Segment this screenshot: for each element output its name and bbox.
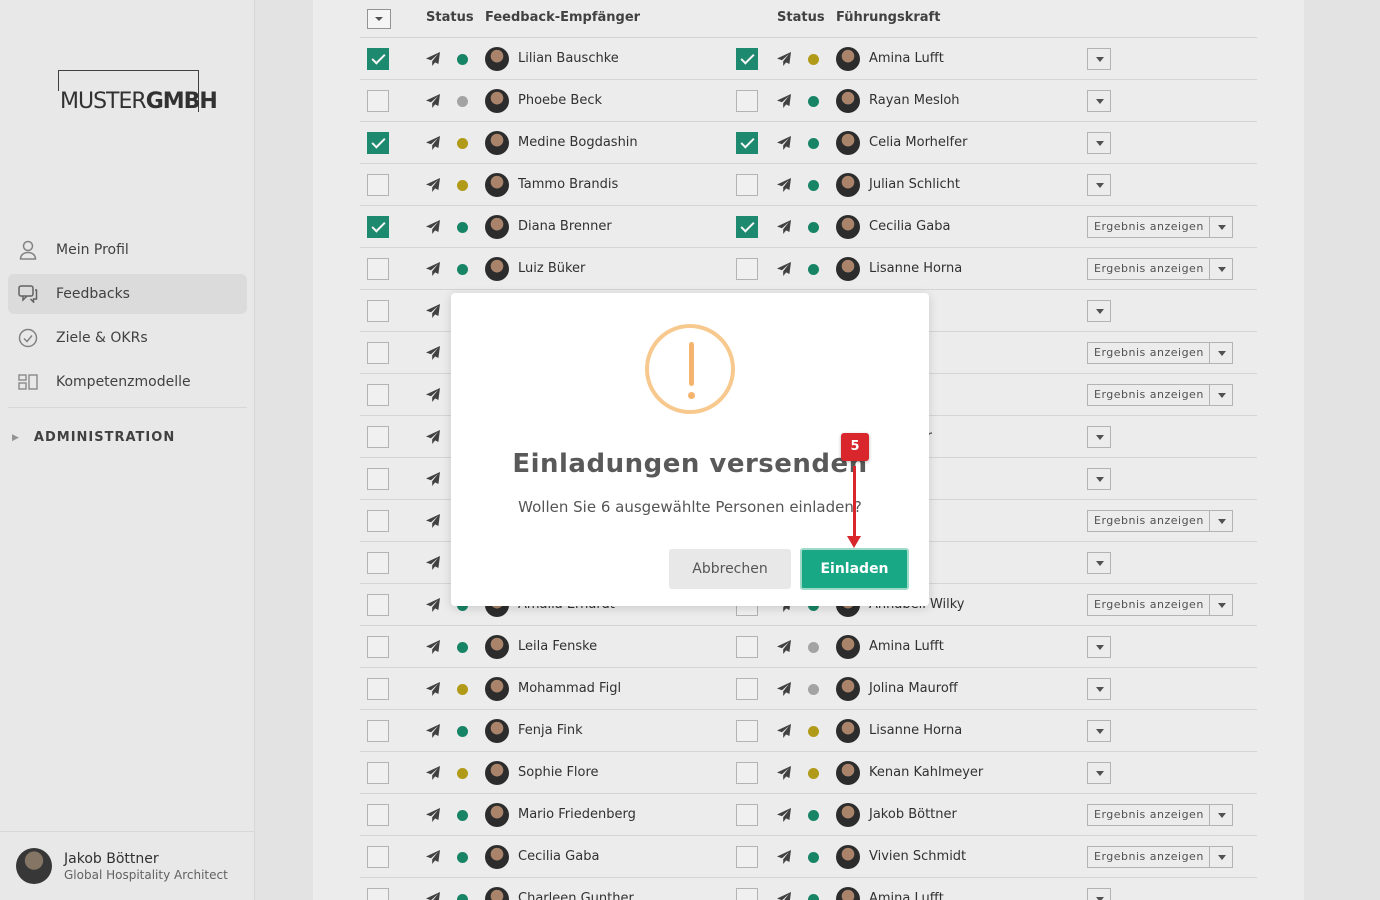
dialog-message: Wollen Sie 6 ausgewählte Personen einlad… bbox=[518, 498, 862, 516]
invite-button[interactable]: Einladen bbox=[800, 548, 909, 590]
step-arrow bbox=[847, 466, 861, 548]
cancel-button[interactable]: Abbrechen bbox=[669, 549, 791, 589]
step-badge: 5 bbox=[841, 433, 869, 461]
warning-icon bbox=[645, 324, 735, 414]
